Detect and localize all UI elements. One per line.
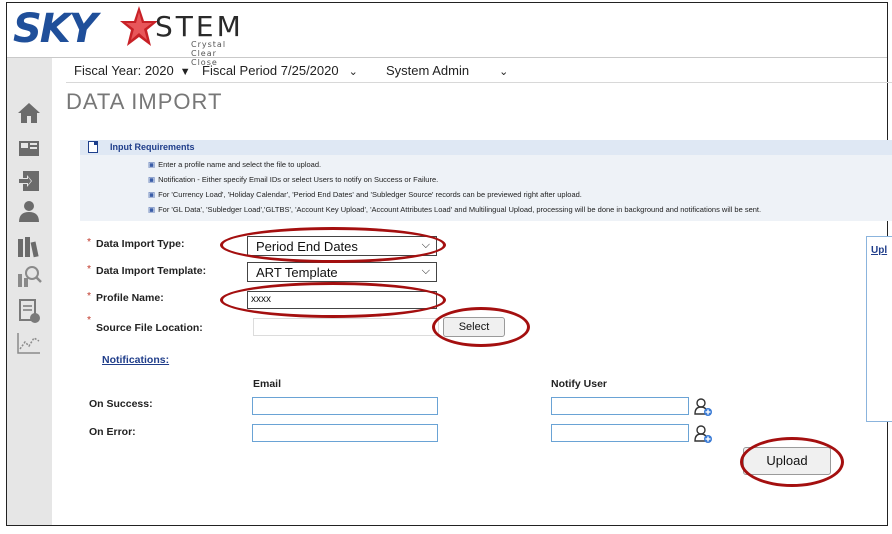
requirement-item: ▣ For 'GL Data', 'Subledger Load','GLTBS'… (148, 205, 761, 214)
fiscal-bar: Fiscal Year: 2020 ▼ Fiscal Period 7/25/20… (66, 56, 892, 83)
fiscal-period-dropdown[interactable]: Fiscal Period 7/25/2020 ⌄ (202, 63, 358, 78)
user-icon[interactable] (16, 198, 42, 224)
email-column-header: Email (253, 378, 282, 390)
home-icon[interactable] (16, 100, 42, 126)
requirement-item: ▣ For 'Currency Load', 'Holiday Calendar'… (148, 190, 582, 199)
on-error-notify-user-input[interactable] (551, 424, 689, 442)
on-error-label: On Error: (89, 426, 136, 438)
role-dropdown[interactable]: System Admin ⌄ (386, 63, 508, 78)
import-template-label-text: Data Import Template: (96, 265, 207, 277)
import-icon[interactable] (16, 168, 42, 194)
add-user-icon[interactable] (693, 397, 713, 417)
select-button[interactable]: Select (443, 317, 505, 337)
page-title: DATA IMPORT (66, 89, 223, 114)
requirement-text: For 'GL Data', 'Subledger Load','GLTBS',… (158, 205, 762, 214)
required-marker: * (87, 314, 92, 326)
bullet-icon: ▣ (148, 160, 156, 169)
import-type-select[interactable]: Period End Dates ⌵ (247, 236, 437, 256)
upload-history-panel: Upl (866, 236, 892, 422)
requirement-text: For 'Currency Load', 'Holiday Calendar',… (158, 190, 582, 199)
star-logo-icon (120, 6, 158, 46)
requirement-text: Notification - Either specify Email IDs … (158, 175, 439, 184)
document-icon (88, 141, 98, 153)
chevron-down-icon: ⌄ (348, 66, 358, 78)
required-marker: * (87, 236, 92, 248)
import-template-label: * Data Import Template: (87, 263, 207, 277)
fiscal-period-label: Fiscal Period (202, 63, 278, 78)
import-template-select[interactable]: ART Template ⌵ (247, 262, 437, 282)
on-success-label: On Success: (89, 398, 153, 410)
chevron-down-icon: ⌵ (421, 239, 430, 251)
add-user-icon[interactable] (693, 424, 713, 444)
import-type-label-text: Data Import Type: (96, 238, 185, 250)
role-label: System Admin (386, 63, 470, 78)
fiscal-year-label: Fiscal Year: 2020 (74, 63, 174, 78)
on-success-notify-user-input[interactable] (551, 397, 689, 415)
on-error-email-input[interactable] (252, 424, 438, 442)
required-marker: * (87, 263, 92, 275)
chevron-down-icon: ⌵ (421, 265, 430, 277)
input-requirements-title: Input Requirements (110, 142, 195, 152)
analytics-icon[interactable] (16, 330, 42, 356)
input-requirements-header: Input Requirements (80, 140, 892, 155)
profile-name-label: * Profile Name: (87, 290, 164, 304)
library-icon[interactable] (16, 234, 42, 260)
notifications-title: Notifications: (102, 354, 170, 366)
dashboard-icon[interactable] (16, 136, 42, 162)
logo-stem-text: STEM (155, 10, 244, 43)
on-success-email-input[interactable] (252, 397, 438, 415)
profile-name-input[interactable]: xxxx (247, 291, 437, 309)
caret-down-icon: ▼ (179, 66, 191, 78)
header: SKY STEM Crystal Clear Close (7, 3, 887, 67)
profile-name-label-text: Profile Name: (96, 292, 164, 304)
requirement-text: Enter a profile name and select the file… (158, 160, 322, 169)
chevron-down-icon: ⌄ (499, 66, 509, 78)
source-file-label: * Source File Location: (87, 314, 203, 334)
requirement-item: ▣ Enter a profile name and select the fil… (148, 160, 321, 169)
source-file-input[interactable] (253, 318, 439, 336)
approval-document-icon[interactable] (16, 298, 42, 324)
notify-user-column-header: Notify User (551, 378, 608, 390)
bullet-icon: ▣ (148, 205, 156, 214)
bullet-icon: ▣ (148, 190, 156, 199)
import-type-label: * Data Import Type: (87, 236, 185, 250)
bullet-icon: ▣ (148, 175, 156, 184)
logo-sky-text: SKY (13, 6, 98, 52)
fiscal-year-dropdown[interactable]: Fiscal Year: 2020 ▼ (74, 63, 191, 78)
fiscal-period-value: 7/25/2020 (280, 63, 339, 78)
import-type-value: Period End Dates (256, 239, 358, 254)
upload-button[interactable]: Upload (743, 447, 831, 475)
source-file-label-text: Source File Location: (96, 322, 203, 334)
requirement-item: ▣ Notification - Either specify Email IDs… (148, 175, 438, 184)
report-search-icon[interactable] (16, 264, 42, 290)
sidebar (7, 58, 52, 525)
upload-history-link[interactable]: Upl (871, 245, 887, 256)
import-template-value: ART Template (256, 265, 338, 280)
required-marker: * (87, 290, 92, 302)
